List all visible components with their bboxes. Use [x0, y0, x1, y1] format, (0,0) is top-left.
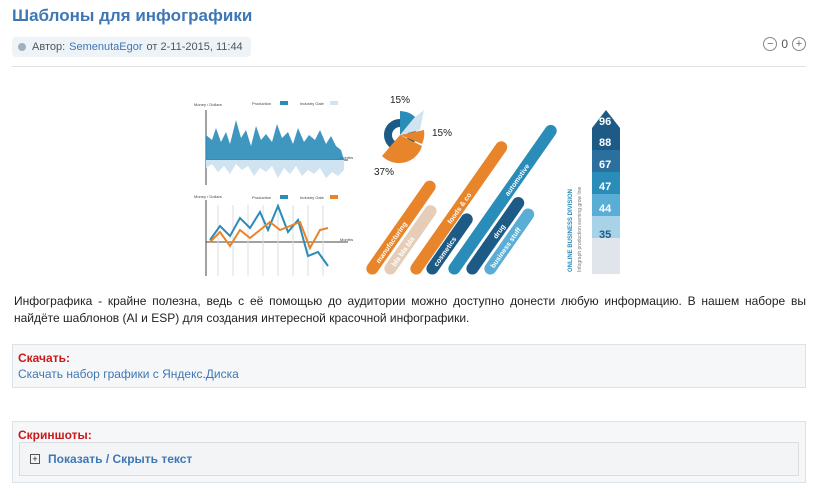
chart2-legend1: Production — [252, 195, 271, 200]
article-meta: Автор: SemenutaEgor от 2-11-2015, 11:44 — [12, 37, 251, 57]
spoiler-label[interactable]: Показать / Скрыть текст — [48, 452, 192, 466]
area-chart: Money / Dollars Production Industry Gale… — [194, 101, 353, 185]
arrow-value-2: 88 — [599, 137, 611, 149]
post-date: от 2-11-2015, 11:44 — [146, 41, 243, 53]
pie-label-bottom: 37% — [374, 167, 394, 178]
meta-prefix: Автор: — [32, 41, 66, 53]
infographic-image: Money / Dollars Production Industry Gale… — [194, 95, 620, 276]
page-title[interactable]: Шаблоны для инфографики — [12, 6, 252, 26]
info-icon — [18, 43, 26, 51]
chart2-legend2: Industry Gale — [300, 195, 325, 200]
donut-chart: 15% 15% 37% — [374, 95, 452, 178]
arrow-value-5: 44 — [599, 203, 612, 215]
plus-icon[interactable]: + — [792, 37, 806, 51]
vertical-text-1: ONLINE BUSINESS DIVISION — [568, 189, 574, 272]
arrow-stack: 96 88 67 47 44 35 — [592, 110, 620, 274]
chart2-xlabel: Months — [340, 237, 353, 242]
pie-label-top: 15% — [390, 95, 410, 106]
vertical-text-2: Infograph production earning grow line — [577, 186, 583, 272]
arrow-value-4: 47 — [599, 181, 611, 193]
screenshots-title: Скриншоты: — [18, 428, 92, 442]
rating: − 0 + — [763, 37, 806, 51]
divider — [12, 66, 806, 67]
arrow-value-6: 35 — [599, 229, 611, 241]
chart1-legend1: Production — [252, 101, 271, 106]
download-link[interactable]: Скачать набор графики с Яндекс.Диска — [18, 367, 239, 381]
chart2-ylabel: Money / Dollars — [194, 194, 222, 199]
line-chart: Money / Dollars Production Industry Gale… — [194, 194, 353, 276]
vertical-captions: ONLINE BUSINESS DIVISION Infograph produ… — [568, 186, 583, 272]
download-box: Скачать: Скачать набор графики с Яндекс.… — [12, 344, 806, 388]
spoiler-toggle[interactable]: + Показать / Скрыть текст — [19, 442, 799, 476]
rating-value: 0 — [781, 37, 788, 51]
chart1-ylabel: Money / Dollars — [194, 102, 222, 107]
arrow-value-1: 96 — [599, 116, 611, 128]
plus-square-icon[interactable]: + — [30, 454, 40, 464]
author-link[interactable]: SemenutaEgor — [69, 41, 142, 53]
download-title: Скачать: — [18, 351, 70, 365]
arrow-value-3: 67 — [599, 159, 611, 171]
screenshots-box: Скриншоты: + Показать / Скрыть текст — [12, 421, 806, 483]
article-description: Инфографика - крайне полезна, ведь с её … — [14, 294, 806, 325]
pie-label-right: 15% — [432, 128, 452, 139]
minus-icon[interactable]: − — [763, 37, 778, 51]
chart1-legend2: Industry Gale — [300, 101, 325, 106]
